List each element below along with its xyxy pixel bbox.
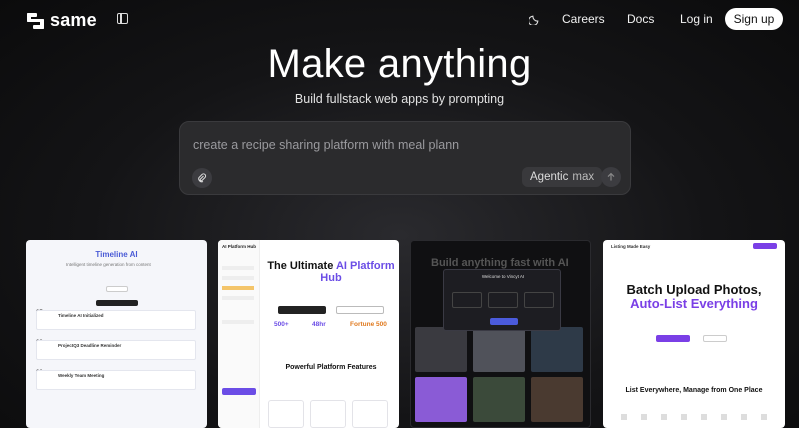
arrow-up-icon[interactable] — [601, 167, 621, 187]
headline-part: Batch Upload Photos, — [626, 282, 762, 297]
moon-icon[interactable] — [529, 12, 542, 25]
list-item-title: ProjectQ3 Deadline Reminder — [58, 343, 122, 348]
brand-logo[interactable]: same — [27, 10, 97, 31]
list-item-title: Weekly Team Meeting — [58, 373, 105, 378]
showcase-card-dark-app[interactable]: Build anything fast with AI Welcome to V… — [410, 240, 591, 428]
top-nav: same Careers Docs Log in Sign up — [0, 0, 799, 40]
welcome-modal: Welcome to Vincyt AI — [443, 269, 561, 331]
stat: 48hr — [312, 321, 326, 328]
modal-title: Welcome to Vincyt AI — [481, 274, 525, 279]
same-logo-icon — [27, 12, 45, 30]
stat: 500+ — [274, 321, 289, 328]
showcase-card-platform-hub[interactable]: AI Platform Hub The Ultimate AI Platform… — [218, 240, 399, 428]
nav-careers-link[interactable]: Careers — [562, 12, 605, 26]
mode-tier: max — [572, 171, 595, 183]
nav-login-link[interactable]: Log in — [680, 12, 713, 26]
card-headline: Build anything fast with AI — [431, 257, 569, 269]
agentic-mode-button[interactable]: Agentic max — [522, 167, 603, 187]
hero-title: Make anything — [267, 42, 532, 86]
card-headline: The Ultimate AI Platform Hub — [266, 260, 396, 284]
card-brand: Timeline AI — [95, 250, 138, 259]
paperclip-icon[interactable] — [192, 168, 212, 188]
mode-label: Agentic — [530, 171, 569, 183]
prompt-text: create a recipe sharing platform with me… — [193, 138, 460, 152]
sidebar-toggle-icon[interactable] — [117, 13, 128, 24]
card-logo: Listing Made Easy — [611, 244, 651, 249]
headline-part: The Ultimate — [267, 260, 336, 272]
stat: Fortune 500 — [350, 321, 387, 328]
card-section-title: List Everywhere, Manage from One Place — [625, 387, 763, 394]
showcase-card-listing[interactable]: Listing Made Easy Batch Upload Photos, A… — [603, 240, 785, 428]
sidebar-title: AI Platform Hub — [222, 244, 257, 249]
card-sidebar: AI Platform Hub — [218, 240, 260, 428]
list-item-title: Timeline AI Initialized — [58, 313, 104, 318]
showcase-card-timeline[interactable]: Timeline AI Intelligent timeline generat… — [26, 240, 207, 428]
brand-name: same — [50, 10, 97, 30]
card-headline: Batch Upload Photos, Auto-List Everythin… — [603, 283, 785, 311]
nav-docs-link[interactable]: Docs — [627, 12, 654, 26]
hero-subtitle: Build fullstack web apps by prompting — [294, 92, 505, 106]
card-section-title: Powerful Platform Features — [285, 364, 377, 371]
signup-button[interactable]: Sign up — [725, 8, 783, 30]
headline-accent: Auto-List Everything — [630, 296, 758, 311]
